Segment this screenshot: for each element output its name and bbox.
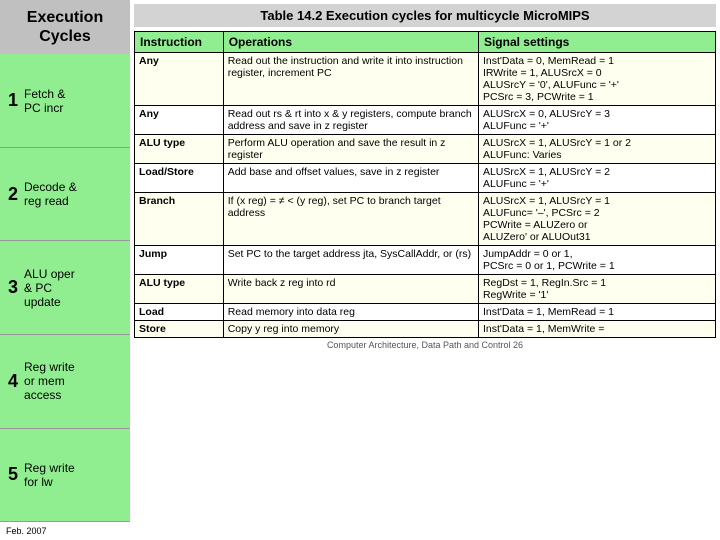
sidebar-item-alu: 3 ALU oper & PC update [0, 241, 130, 335]
table-title: Table 14.2 Execution cycles for multicyc… [134, 4, 716, 27]
main-content: Table 14.2 Execution cycles for multicyc… [130, 0, 720, 540]
sidebar-label-alu: ALU oper & PC update [24, 267, 75, 309]
table-row: Read out rs & rt into x & y registers, c… [223, 106, 478, 135]
sidebar: Execution Cycles 1 Fetch & PC incr 2 Dec… [0, 0, 130, 540]
table-row: Store [135, 321, 224, 338]
sidebar-item-decode: 2 Decode & reg read [0, 148, 130, 242]
table-row: Copy y reg into memory [223, 321, 478, 338]
table-row: JumpAddr = 0 or 1, PCSrc = 0 or 1, PCWri… [478, 246, 715, 275]
sidebar-label-decode: Decode & reg read [24, 180, 77, 208]
step-num-5: 5 [8, 464, 18, 485]
table-row: Read out the instruction and write it in… [223, 53, 478, 106]
sidebar-item-regwrite: 4 Reg write or mem access [0, 335, 130, 429]
sidebar-label-fetch: Fetch & PC incr [24, 87, 65, 115]
sidebar-label-regwrite: Reg write or mem access [24, 360, 75, 402]
table-footer-note: Computer Architecture, Data Path and Con… [134, 340, 716, 350]
table-row: ALUSrcX = 1, ALUSrcY = 2 ALUFunc = '+' [478, 164, 715, 193]
table-row: Load/Store [135, 164, 224, 193]
step-num-1: 1 [8, 90, 18, 111]
table-row: Set PC to the target address jta, SysCal… [223, 246, 478, 275]
table-row: ALUSrcX = 1, ALUSrcY = 1 or 2 ALUFunc: V… [478, 135, 715, 164]
table-row: Add base and offset values, save in z re… [223, 164, 478, 193]
table-row: ALUSrcX = 1, ALUSrcY = 1 ALUFunc= '–', P… [478, 193, 715, 246]
header-instruction: Instruction [135, 32, 224, 53]
table-row: If (x reg) = ≠ < (y reg), set PC to bran… [223, 193, 478, 246]
step-num-2: 2 [8, 184, 18, 205]
table-row: Any [135, 53, 224, 106]
table-row: Inst'Data = 1, MemWrite = [478, 321, 715, 338]
header-signals: Signal settings [478, 32, 715, 53]
execution-table: Instruction Operations Signal settings A… [134, 31, 716, 338]
table-row: Inst'Data = 1, MemRead = 1 [478, 304, 715, 321]
sidebar-item-fetch: 1 Fetch & PC incr [0, 54, 130, 148]
step-num-3: 3 [8, 277, 18, 298]
header-operations: Operations [223, 32, 478, 53]
table-row: ALU type [135, 135, 224, 164]
table-row: Jump [135, 246, 224, 275]
table-row: Read memory into data reg [223, 304, 478, 321]
table-row: Branch [135, 193, 224, 246]
sidebar-item-regwrite2: 5 Reg write for lw [0, 429, 130, 523]
sidebar-footer: Feb. 2007 [0, 522, 130, 540]
table-row: Any [135, 106, 224, 135]
table-row: Perform ALU operation and save the resul… [223, 135, 478, 164]
table-row: Write back z reg into rd [223, 275, 478, 304]
step-num-4: 4 [8, 371, 18, 392]
sidebar-label-regwrite2: Reg write for lw [24, 461, 75, 489]
table-row: ALU type [135, 275, 224, 304]
table-row: ALUSrcX = 0, ALUSrcY = 3 ALUFunc = '+' [478, 106, 715, 135]
table-row: Inst'Data = 0, MemRead = 1 IRWrite = 1, … [478, 53, 715, 106]
table-row: RegDst = 1, RegIn.Src = 1 RegWrite = '1' [478, 275, 715, 304]
sidebar-title: Execution Cycles [0, 0, 130, 54]
table-row: Load [135, 304, 224, 321]
